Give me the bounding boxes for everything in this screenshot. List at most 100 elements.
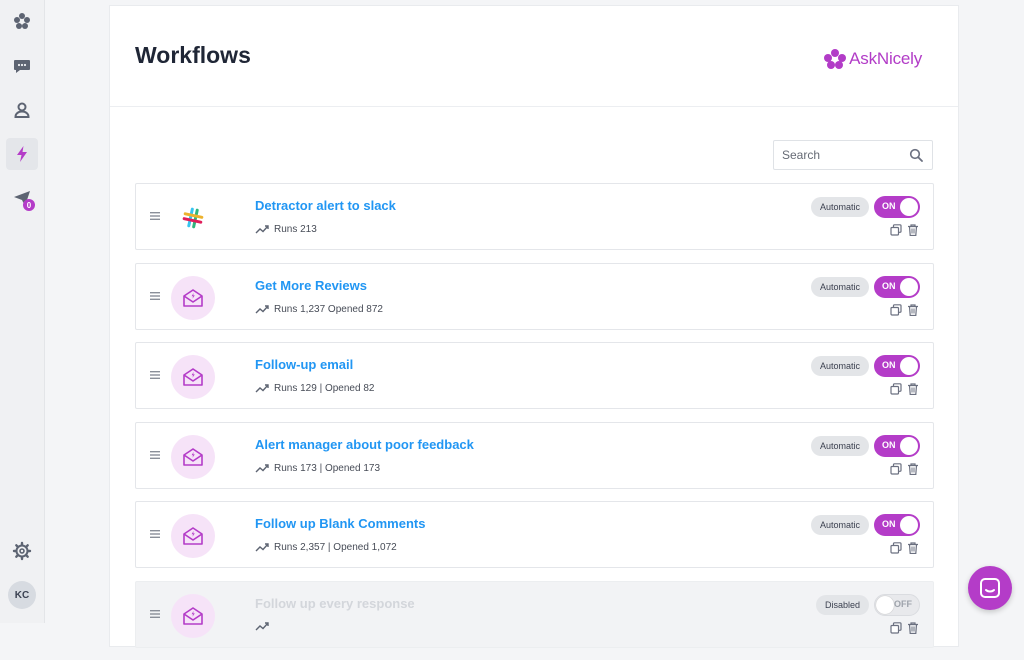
drag-handle-icon[interactable] bbox=[150, 609, 160, 618]
workflow-stats-text: Runs 213 bbox=[274, 224, 317, 235]
workflow-stats: Runs 2,357 | Opened 1,072 bbox=[255, 542, 397, 553]
email-icon bbox=[183, 606, 203, 625]
drag-handle-icon[interactable] bbox=[150, 371, 160, 379]
toggle-label: ON bbox=[882, 360, 896, 370]
workflow-stats-text: Runs 129 | Opened 82 bbox=[274, 383, 375, 394]
workflow-stats: Runs 173 | Opened 173 bbox=[255, 463, 380, 474]
copy-icon[interactable] bbox=[890, 542, 902, 554]
nav-workflows[interactable] bbox=[6, 138, 38, 170]
trend-icon bbox=[255, 225, 269, 234]
mode-badge: Automatic bbox=[810, 276, 869, 297]
workflow-title[interactable]: Follow-up email bbox=[255, 357, 353, 372]
drag-handle-icon[interactable] bbox=[150, 291, 160, 300]
workflow-toggle[interactable]: ON bbox=[874, 275, 920, 298]
page-header: Workflows AskNicely bbox=[110, 6, 958, 107]
flower-icon bbox=[14, 13, 30, 29]
workflow-type-icon bbox=[171, 514, 215, 558]
email-icon bbox=[183, 368, 203, 386]
search-box bbox=[773, 140, 933, 170]
workflow-stats: Runs 213 bbox=[255, 224, 317, 235]
trash-icon[interactable] bbox=[907, 542, 919, 554]
toggle-knob bbox=[900, 516, 918, 534]
workflow-type-icon bbox=[171, 593, 215, 638]
drag-handle-icon[interactable] bbox=[150, 212, 160, 220]
trash-icon[interactable] bbox=[907, 383, 919, 395]
copy-icon[interactable] bbox=[890, 303, 902, 316]
search-input[interactable] bbox=[774, 141, 902, 169]
mode-badge: Automatic bbox=[810, 515, 869, 535]
workflow-row[interactable]: Follow up Blank Comments Runs 2,357 | Op… bbox=[135, 501, 934, 568]
trend-icon bbox=[255, 384, 269, 393]
toggle-knob bbox=[876, 595, 894, 614]
workflow-toggle[interactable]: ON bbox=[874, 434, 920, 457]
settings-button[interactable] bbox=[6, 535, 38, 567]
workflow-stats: Runs 129 | Opened 82 bbox=[255, 383, 374, 394]
nav-responses[interactable] bbox=[6, 50, 38, 82]
workflows-panel: Workflows AskNicely Detractor alert to s… bbox=[110, 6, 958, 648]
brand-name: AskNicely bbox=[849, 49, 922, 68]
nav-dashboard[interactable] bbox=[6, 5, 38, 37]
workflow-title[interactable]: Follow up every response bbox=[255, 596, 415, 611]
drag-handle-icon[interactable] bbox=[150, 450, 160, 459]
workflow-row[interactable]: Alert manager about poor feedback Runs 1… bbox=[135, 421, 934, 489]
trend-icon bbox=[255, 304, 269, 313]
workflow-stats: Runs 1,237 Opened 872 bbox=[255, 304, 383, 315]
workflow-type-icon bbox=[171, 355, 215, 399]
drag-handle-icon[interactable] bbox=[150, 530, 160, 538]
toggle-knob bbox=[900, 357, 918, 375]
workflow-row[interactable]: Detractor alert to slack Runs 213 Automa… bbox=[135, 183, 934, 250]
trash-icon[interactable] bbox=[907, 224, 919, 236]
workflow-row[interactable]: Follow up every response Disabled OFF bbox=[135, 580, 934, 648]
toggle-label: OFF bbox=[894, 598, 912, 609]
copy-icon[interactable] bbox=[890, 621, 902, 634]
brand-logo: AskNicely bbox=[823, 48, 922, 70]
nav-contacts[interactable] bbox=[6, 94, 38, 126]
workflow-toggle[interactable]: ON bbox=[874, 514, 920, 536]
toggle-knob bbox=[900, 198, 918, 216]
email-icon bbox=[183, 527, 203, 545]
trash-icon[interactable] bbox=[907, 621, 919, 634]
workflow-type-icon bbox=[171, 275, 215, 320]
notification-badge: 0 bbox=[23, 199, 35, 211]
copy-icon[interactable] bbox=[890, 462, 902, 475]
sidebar-nav: 0 KC bbox=[0, 0, 45, 623]
toggle-label: ON bbox=[882, 519, 896, 529]
trash-icon[interactable] bbox=[907, 462, 919, 475]
trash-icon[interactable] bbox=[907, 303, 919, 316]
slack-icon bbox=[182, 207, 204, 229]
workflow-title[interactable]: Alert manager about poor feedback bbox=[255, 437, 474, 452]
chat-bubble-icon bbox=[14, 60, 30, 73]
workflow-title[interactable]: Get More Reviews bbox=[255, 278, 367, 293]
nav-send[interactable]: 0 bbox=[6, 182, 38, 214]
copy-icon[interactable] bbox=[890, 224, 902, 236]
workflow-title[interactable]: Detractor alert to slack bbox=[255, 198, 396, 213]
chat-launcher-icon bbox=[980, 578, 1000, 598]
page-title: Workflows bbox=[135, 42, 251, 68]
lightning-icon bbox=[17, 146, 27, 162]
chat-launcher-button[interactable] bbox=[968, 566, 1012, 610]
workflow-stats-text: Runs 173 | Opened 173 bbox=[274, 462, 381, 474]
workflow-toggle[interactable]: ON bbox=[874, 355, 920, 377]
toggle-knob bbox=[900, 277, 918, 296]
workflow-toggle[interactable]: OFF bbox=[874, 593, 920, 616]
mode-badge: Automatic bbox=[810, 197, 869, 217]
toggle-label: ON bbox=[882, 439, 896, 450]
asknicely-logo-icon bbox=[824, 49, 847, 69]
workflow-row[interactable]: Follow-up email Runs 129 | Opened 82 Aut… bbox=[135, 342, 934, 409]
workflow-stats-text: Runs 2,357 | Opened 1,072 bbox=[274, 542, 397, 553]
email-icon bbox=[183, 447, 203, 466]
trend-icon bbox=[255, 543, 269, 552]
workflow-type-icon bbox=[171, 434, 215, 479]
workflow-row[interactable]: Get More Reviews Runs 1,237 Opened 872 A… bbox=[135, 262, 934, 330]
toggle-knob bbox=[900, 436, 918, 455]
workflow-list: Detractor alert to slack Runs 213 Automa… bbox=[135, 183, 934, 660]
mode-badge: Disabled bbox=[815, 594, 869, 615]
workflow-toggle[interactable]: ON bbox=[874, 196, 920, 218]
workflow-stats-text: Runs 1,237 Opened 872 bbox=[274, 303, 383, 315]
copy-icon[interactable] bbox=[890, 383, 902, 395]
toggle-label: ON bbox=[882, 201, 896, 211]
workflow-title[interactable]: Follow up Blank Comments bbox=[255, 516, 425, 531]
search-icon[interactable] bbox=[909, 148, 923, 162]
user-avatar[interactable]: KC bbox=[8, 581, 36, 609]
toggle-label: ON bbox=[882, 280, 896, 291]
